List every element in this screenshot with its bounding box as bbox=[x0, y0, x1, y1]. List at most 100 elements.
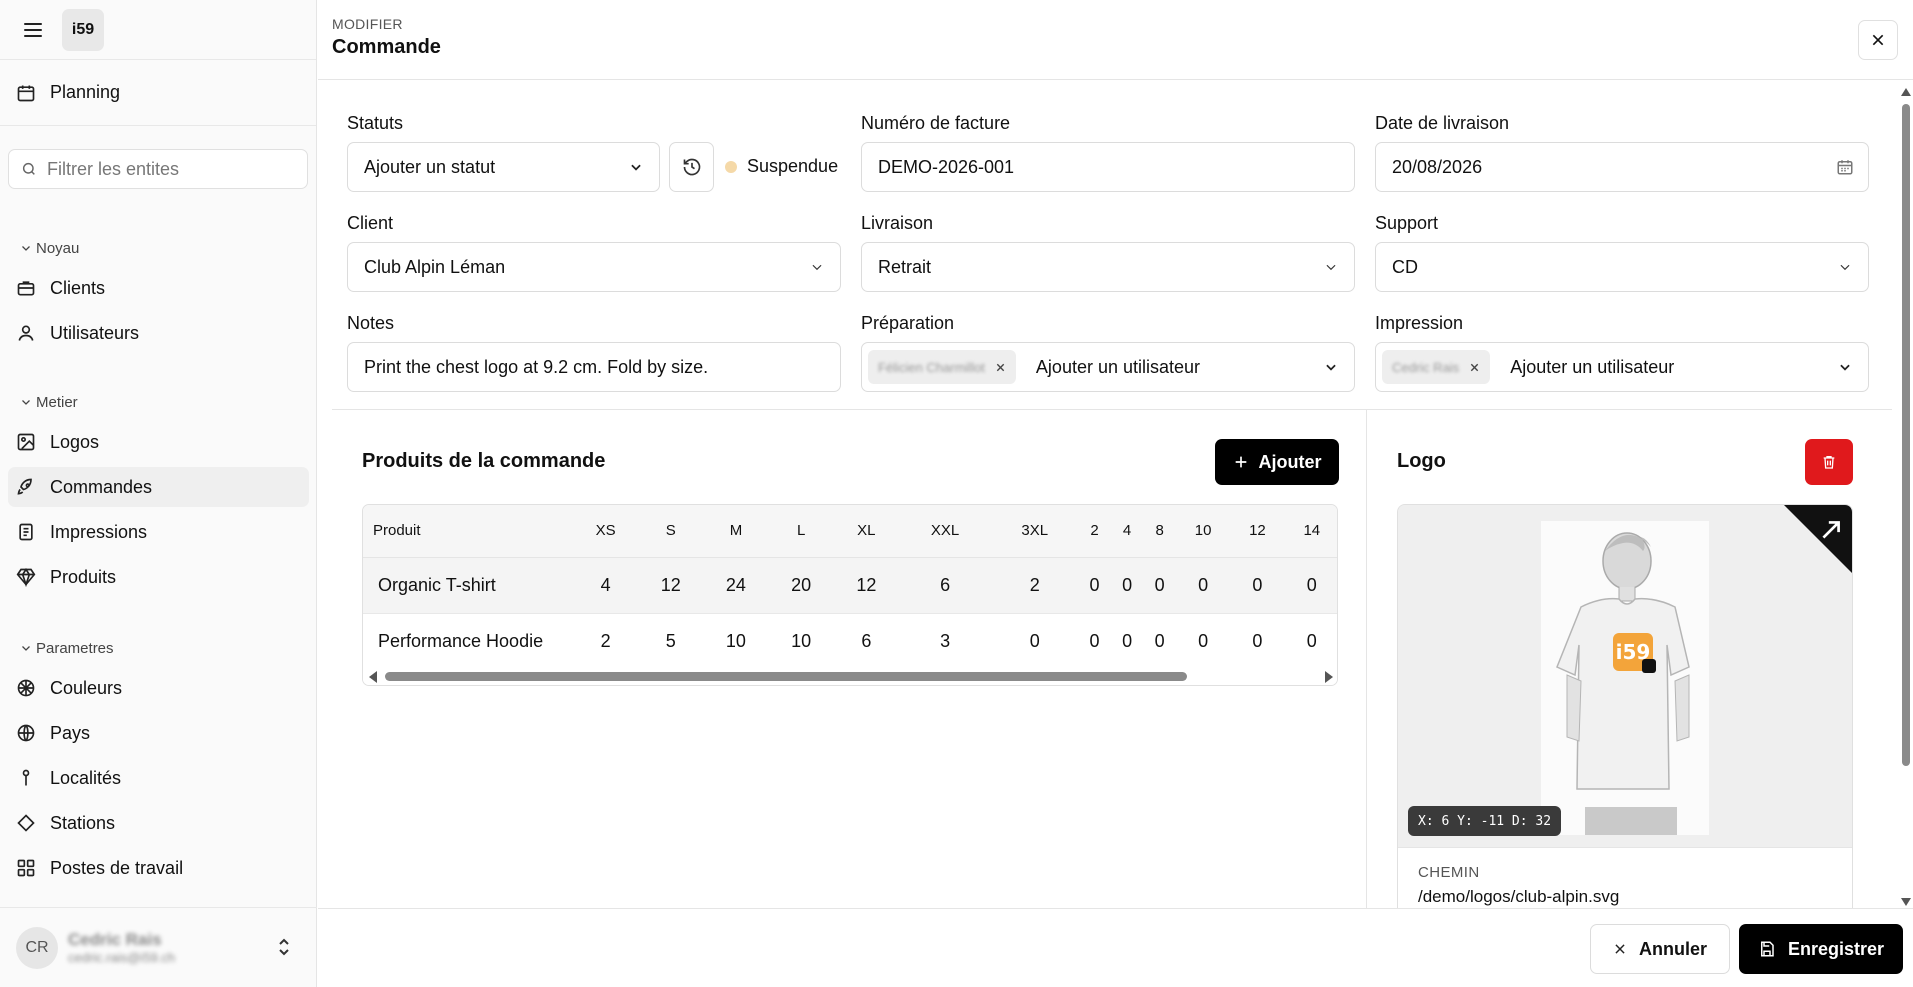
image-icon bbox=[17, 433, 35, 451]
sidebar-item-pays[interactable]: Pays bbox=[8, 713, 309, 753]
sidebar-item-utilisateurs[interactable]: Utilisateurs bbox=[8, 313, 309, 353]
user-tag: Félicien Charmillot bbox=[868, 350, 1016, 384]
add-product-button[interactable]: Ajouter bbox=[1215, 439, 1339, 485]
scroll-up-arrow[interactable] bbox=[1901, 88, 1911, 96]
sidebar-item-couleurs[interactable]: Couleurs bbox=[8, 668, 309, 708]
logo-preview[interactable]: i59 X: 6 Y: -11 D: 32 bbox=[1398, 505, 1852, 847]
quantity-cell[interactable]: 5 bbox=[638, 613, 704, 670]
sidebar-item-label: Impressions bbox=[50, 521, 148, 542]
quantity-cell[interactable]: 0 bbox=[1078, 557, 1111, 614]
table-horizontal-scrollbar[interactable] bbox=[363, 667, 1337, 685]
sidebar-item-postes-de-travail[interactable]: Postes de travail bbox=[8, 848, 309, 888]
impression-user-select[interactable]: Cedric Rais Ajouter un utilisateur bbox=[1375, 342, 1869, 392]
quantity-cell[interactable]: 0 bbox=[1143, 613, 1176, 670]
user-name: Cedric Rais bbox=[68, 930, 162, 949]
table-row[interactable]: Performance Hoodie 2 5 10 10 6 3 0 0 0 0… bbox=[363, 613, 1337, 670]
scrollbar-thumb[interactable] bbox=[385, 672, 1187, 681]
tshirt-mockup: i59 bbox=[1541, 521, 1709, 835]
quantity-cell[interactable]: 0 bbox=[1143, 557, 1176, 614]
sidebar-item-commandes[interactable]: Commandes bbox=[8, 467, 309, 507]
remove-tag-icon[interactable] bbox=[1469, 362, 1480, 373]
quantity-cell[interactable]: 10 bbox=[768, 613, 834, 670]
quantity-cell[interactable]: 10 bbox=[703, 613, 769, 670]
quantity-cell[interactable]: 0 bbox=[1078, 613, 1111, 670]
quantity-cell[interactable]: 0 bbox=[1110, 557, 1144, 614]
sidebar-item-produits[interactable]: Produits bbox=[8, 557, 309, 597]
quantity-cell[interactable]: 0 bbox=[1230, 613, 1285, 670]
quantity-cell[interactable]: 0 bbox=[1230, 557, 1285, 614]
delivery-mode-select[interactable]: Retrait bbox=[861, 242, 1355, 292]
client-select[interactable]: Club Alpin Léman bbox=[347, 242, 841, 292]
group-toggle-metier[interactable]: Metier bbox=[0, 390, 317, 414]
save-icon bbox=[1760, 941, 1774, 957]
livraison-label: Livraison bbox=[861, 213, 934, 233]
quantity-cell[interactable]: 24 bbox=[703, 557, 769, 614]
chevron-down-icon bbox=[22, 646, 30, 651]
quantity-cell[interactable]: 2 bbox=[991, 557, 1079, 614]
add-user-placeholder: Ajouter un utilisateur bbox=[1035, 356, 1201, 377]
scroll-down-arrow[interactable] bbox=[1901, 898, 1911, 906]
chevron-down-icon bbox=[22, 400, 30, 405]
group-toggle-parametres[interactable]: Parametres bbox=[0, 636, 317, 660]
scroll-left-arrow[interactable] bbox=[369, 671, 377, 683]
quantity-cell[interactable]: 6 bbox=[898, 557, 992, 614]
brand-logo[interactable]: i59 bbox=[62, 8, 104, 51]
scroll-right-arrow[interactable] bbox=[1325, 671, 1333, 683]
notes-field[interactable]: Print the chest logo at 9.2 cm. Fold by … bbox=[347, 342, 841, 392]
quantity-cell[interactable]: 0 bbox=[991, 613, 1079, 670]
sidebar-item-clients[interactable]: Clients bbox=[8, 268, 309, 308]
page-header: MODIFIER Commande bbox=[318, 0, 1913, 80]
path-label: CHEMIN bbox=[1418, 864, 1480, 881]
save-button[interactable]: Enregistrer bbox=[1739, 924, 1903, 974]
quantity-cell[interactable]: 0 bbox=[1284, 613, 1337, 670]
sidebar-item-planning[interactable]: Planning bbox=[0, 60, 316, 126]
sidebar-item-stations[interactable]: Stations bbox=[8, 803, 309, 843]
menu-icon[interactable] bbox=[24, 22, 42, 37]
calendar-icon[interactable] bbox=[1836, 158, 1854, 176]
sidebar-item-logos[interactable]: Logos bbox=[8, 422, 309, 462]
sidebar-item-impressions[interactable]: Impressions bbox=[8, 512, 309, 552]
sidebar-item-localites[interactable]: Localités bbox=[8, 758, 309, 798]
form-footer: Annuler Enregistrer bbox=[318, 908, 1913, 987]
group-label: Parametres bbox=[36, 639, 114, 657]
scrollbar-thumb[interactable] bbox=[1902, 104, 1910, 766]
support-select[interactable]: CD bbox=[1375, 242, 1869, 292]
cancel-button[interactable]: Annuler bbox=[1590, 924, 1730, 974]
user-tag-name: Cedric Rais bbox=[1392, 359, 1460, 375]
quantity-cell[interactable]: 2 bbox=[573, 613, 639, 670]
quantity-cell[interactable]: 20 bbox=[768, 557, 834, 614]
quantity-cell[interactable]: 0 bbox=[1175, 557, 1231, 614]
delivery-date-label: Date de livraison bbox=[1375, 113, 1510, 133]
quantity-cell[interactable]: 12 bbox=[833, 557, 899, 614]
main-vertical-scrollbar[interactable] bbox=[1899, 84, 1913, 906]
filter-entities-input[interactable] bbox=[47, 158, 287, 180]
close-button[interactable] bbox=[1858, 20, 1898, 60]
quantity-cell[interactable]: 12 bbox=[638, 557, 704, 614]
quantity-cell[interactable]: 0 bbox=[1284, 557, 1337, 614]
status-select[interactable]: Ajouter un statut bbox=[347, 142, 660, 192]
quantity-cell[interactable]: 0 bbox=[1110, 613, 1144, 670]
quantity-cell[interactable]: 6 bbox=[833, 613, 899, 670]
status-history-button[interactable] bbox=[669, 142, 714, 192]
group-label: Noyau bbox=[36, 239, 80, 257]
column-header: 12 bbox=[1230, 505, 1285, 558]
user-menu[interactable]: CR Cedric Rais cedric.rais@i59.ch bbox=[0, 907, 317, 987]
group-toggle-noyau[interactable]: Noyau bbox=[0, 236, 317, 260]
invoice-number-field[interactable]: DEMO-2026-001 bbox=[861, 142, 1355, 192]
quantity-cell[interactable]: 4 bbox=[573, 557, 639, 614]
table-row[interactable]: Organic T-shirt 4 12 24 20 12 6 2 0 0 0 … bbox=[363, 557, 1337, 614]
column-header: L bbox=[768, 505, 834, 558]
rocket-icon bbox=[17, 478, 32, 495]
column-header: 4 bbox=[1110, 505, 1144, 558]
delivery-date-value: 20/08/2026 bbox=[1392, 156, 1483, 177]
remove-tag-icon[interactable] bbox=[995, 362, 1006, 373]
quantity-cell[interactable]: 3 bbox=[898, 613, 992, 670]
column-header: Produit bbox=[363, 505, 573, 558]
delete-logo-button[interactable] bbox=[1805, 439, 1853, 485]
quantity-cell[interactable]: 0 bbox=[1175, 613, 1231, 670]
expand-arrow-icon[interactable] bbox=[1818, 517, 1844, 543]
filter-entities-input-wrap[interactable] bbox=[8, 149, 308, 189]
delivery-date-field[interactable]: 20/08/2026 bbox=[1375, 142, 1869, 192]
preparation-user-select[interactable]: Félicien Charmillot Ajouter un utilisate… bbox=[861, 342, 1355, 392]
products-table: Produit XS S M L XL XXL 3XL 2 4 8 10 12 … bbox=[362, 504, 1338, 686]
